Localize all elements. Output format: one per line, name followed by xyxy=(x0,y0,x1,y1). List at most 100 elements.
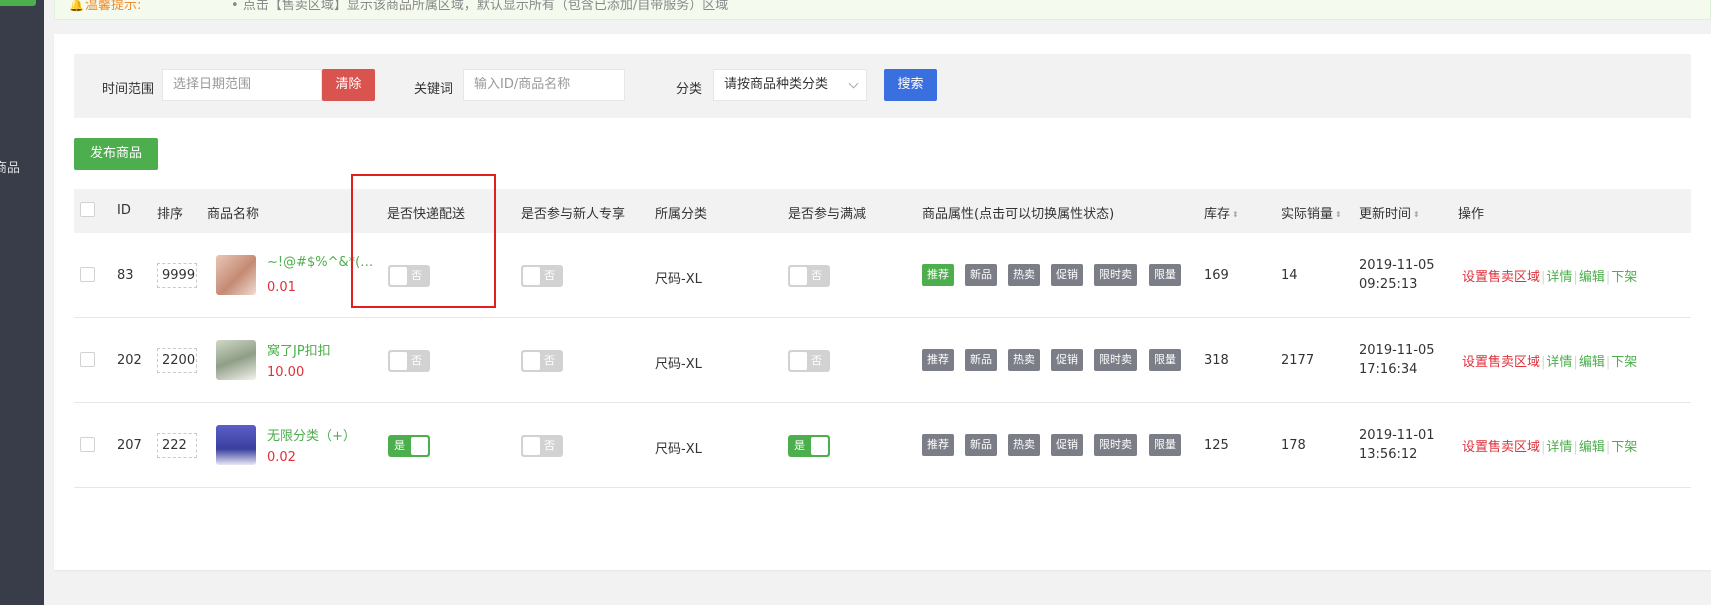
goods-sales: 2177 xyxy=(1281,353,1315,368)
edit-link[interactable]: 编辑 xyxy=(1579,270,1605,285)
attr-hot[interactable]: 热卖 xyxy=(1008,264,1040,286)
attr-hot[interactable]: 热卖 xyxy=(1008,349,1040,371)
goods-stock: 125 xyxy=(1204,438,1229,453)
date-range-input[interactable]: 选择日期范围 xyxy=(162,69,322,101)
row-checkbox[interactable] xyxy=(80,437,95,452)
edit-link[interactable]: 编辑 xyxy=(1579,355,1605,370)
full-reduce-switch[interactable]: 否 xyxy=(788,350,830,372)
sort-icon: ⬍ xyxy=(1335,209,1342,219)
col-updated[interactable]: 更新时间 ⬍ xyxy=(1359,203,1420,222)
set-region-link[interactable]: 设置售卖区域 xyxy=(1462,355,1540,370)
attr-promo[interactable]: 促销 xyxy=(1051,349,1083,371)
full-reduce-switch[interactable]: 否 xyxy=(788,265,830,287)
goods-id: 202 xyxy=(117,353,142,368)
switch-knob xyxy=(790,352,807,370)
attr-recommend[interactable]: 推荐 xyxy=(922,264,954,286)
col-stock[interactable]: 库存 ⬍ xyxy=(1204,203,1239,222)
attr-new[interactable]: 新品 xyxy=(965,434,997,456)
row-actions: 设置售卖区域|详情|编辑|下架 xyxy=(1462,270,1638,285)
table-header: ID 排序 商品名称 是否快递配送 是否参与新人专享 所属分类 是否参与满减 商… xyxy=(74,189,1691,233)
attr-promo[interactable]: 促销 xyxy=(1051,264,1083,286)
publish-goods-button[interactable]: 发布商品 xyxy=(74,138,158,170)
off-shelf-link[interactable]: 下架 xyxy=(1611,440,1637,455)
off-shelf-link[interactable]: 下架 xyxy=(1611,355,1637,370)
attr-limited-time[interactable]: 限时卖 xyxy=(1094,264,1137,286)
tip-text: • 点击【售卖区域】显示该商品所属区域，默认显示所有（包含已添加/自带服务）区域 xyxy=(231,0,729,13)
attr-recommend[interactable]: 推荐 xyxy=(922,434,954,456)
attr-new[interactable]: 新品 xyxy=(965,349,997,371)
sort-input[interactable]: 9999 xyxy=(157,263,197,288)
clear-button[interactable]: 清除 xyxy=(322,69,375,101)
attr-promo[interactable]: 促销 xyxy=(1051,434,1083,456)
switch-text: 否 xyxy=(544,269,555,282)
keyword-label: 关键词 xyxy=(414,82,454,97)
goods-stock: 169 xyxy=(1204,268,1229,283)
sort-input[interactable]: 2200 xyxy=(157,348,197,373)
goods-name-link[interactable]: 窝了JP扣扣 xyxy=(267,340,375,359)
tip-bar: 🔔 温馨提示: • 点击【售卖区域】显示该商品所属区域，默认显示所有（包含已添加… xyxy=(54,0,1711,20)
select-all-checkbox[interactable] xyxy=(80,202,95,217)
attr-limited-time[interactable]: 限时卖 xyxy=(1094,349,1137,371)
goods-thumbnail xyxy=(216,425,256,465)
highlight-box xyxy=(351,174,496,308)
sort-icon: ⬍ xyxy=(1413,209,1420,219)
goods-sales: 14 xyxy=(1281,268,1298,283)
switch-knob xyxy=(811,437,828,455)
keyword-input[interactable]: 输入ID/商品名称 xyxy=(463,69,625,101)
bell-icon: 🔔 xyxy=(69,0,84,12)
attr-recommend[interactable]: 推荐 xyxy=(922,349,954,371)
filter-bar: 时间范围 选择日期范围 清除 关键词 输入ID/商品名称 分类 请按商品种类分类… xyxy=(74,54,1691,118)
switch-text: 是 xyxy=(394,439,405,452)
express-switch[interactable]: 是 xyxy=(388,435,430,457)
new-user-switch[interactable]: 否 xyxy=(521,265,563,287)
category-select[interactable]: 请按商品种类分类 xyxy=(713,69,867,101)
switch-text: 否 xyxy=(811,269,822,282)
search-button[interactable]: 搜索 xyxy=(884,69,937,101)
col-sort: 排序 xyxy=(157,207,184,222)
attr-limited-qty[interactable]: 限量 xyxy=(1149,264,1181,286)
set-region-link[interactable]: 设置售卖区域 xyxy=(1462,270,1540,285)
attr-new[interactable]: 新品 xyxy=(965,264,997,286)
updated-time: 17:16:34 xyxy=(1359,362,1418,377)
switch-text: 是 xyxy=(794,439,805,452)
attr-limited-qty[interactable]: 限量 xyxy=(1149,349,1181,371)
express-switch[interactable]: 否 xyxy=(388,350,430,372)
switch-knob xyxy=(523,352,540,370)
updated-time: 13:56:12 xyxy=(1359,447,1418,462)
full-reduce-switch[interactable]: 是 xyxy=(788,435,830,457)
detail-link[interactable]: 详情 xyxy=(1546,355,1572,370)
detail-link[interactable]: 详情 xyxy=(1546,440,1572,455)
goods-thumbnail xyxy=(216,340,256,380)
switch-text: 否 xyxy=(544,354,555,367)
goods-category: 尺码-XL xyxy=(655,357,702,372)
attr-hot[interactable]: 热卖 xyxy=(1008,434,1040,456)
goods-price: 0.01 xyxy=(267,280,296,295)
goods-name-link[interactable]: 无限分类（+） xyxy=(267,425,375,444)
table-row: 207 222 无限分类（+） 0.02 是 否 尺码-XL 是 推荐 新品 热… xyxy=(74,403,1691,488)
sidebar-item-goods[interactable]: 商品 xyxy=(0,157,20,176)
col-sales[interactable]: 实际销量 ⬍ xyxy=(1281,203,1342,222)
category-label: 分类 xyxy=(676,82,703,97)
sort-input[interactable]: 222 xyxy=(157,433,197,458)
table-row: 83 9999 ~!@#$%^&*()_+ 0.01 否 否 尺码-XL 否 推… xyxy=(74,233,1691,318)
attr-limited-qty[interactable]: 限量 xyxy=(1149,434,1181,456)
row-checkbox[interactable] xyxy=(80,267,95,282)
edit-link[interactable]: 编辑 xyxy=(1579,440,1605,455)
goods-thumbnail xyxy=(216,255,256,295)
switch-knob xyxy=(790,267,807,285)
col-id: ID xyxy=(117,203,131,218)
new-user-switch[interactable]: 否 xyxy=(521,435,563,457)
row-checkbox[interactable] xyxy=(80,352,95,367)
goods-price: 0.02 xyxy=(267,450,296,465)
row-actions: 设置售卖区域|详情|编辑|下架 xyxy=(1462,440,1638,455)
attr-limited-time[interactable]: 限时卖 xyxy=(1094,434,1137,456)
row-actions: 设置售卖区域|详情|编辑|下架 xyxy=(1462,355,1638,370)
time-range-label: 时间范围 xyxy=(102,82,155,97)
switch-knob xyxy=(523,267,540,285)
detail-link[interactable]: 详情 xyxy=(1546,270,1572,285)
set-region-link[interactable]: 设置售卖区域 xyxy=(1462,440,1540,455)
new-user-switch[interactable]: 否 xyxy=(521,350,563,372)
off-shelf-link[interactable]: 下架 xyxy=(1611,270,1637,285)
main-card: 时间范围 选择日期范围 清除 关键词 输入ID/商品名称 分类 请按商品种类分类… xyxy=(54,34,1711,570)
switch-text: 否 xyxy=(544,439,555,452)
